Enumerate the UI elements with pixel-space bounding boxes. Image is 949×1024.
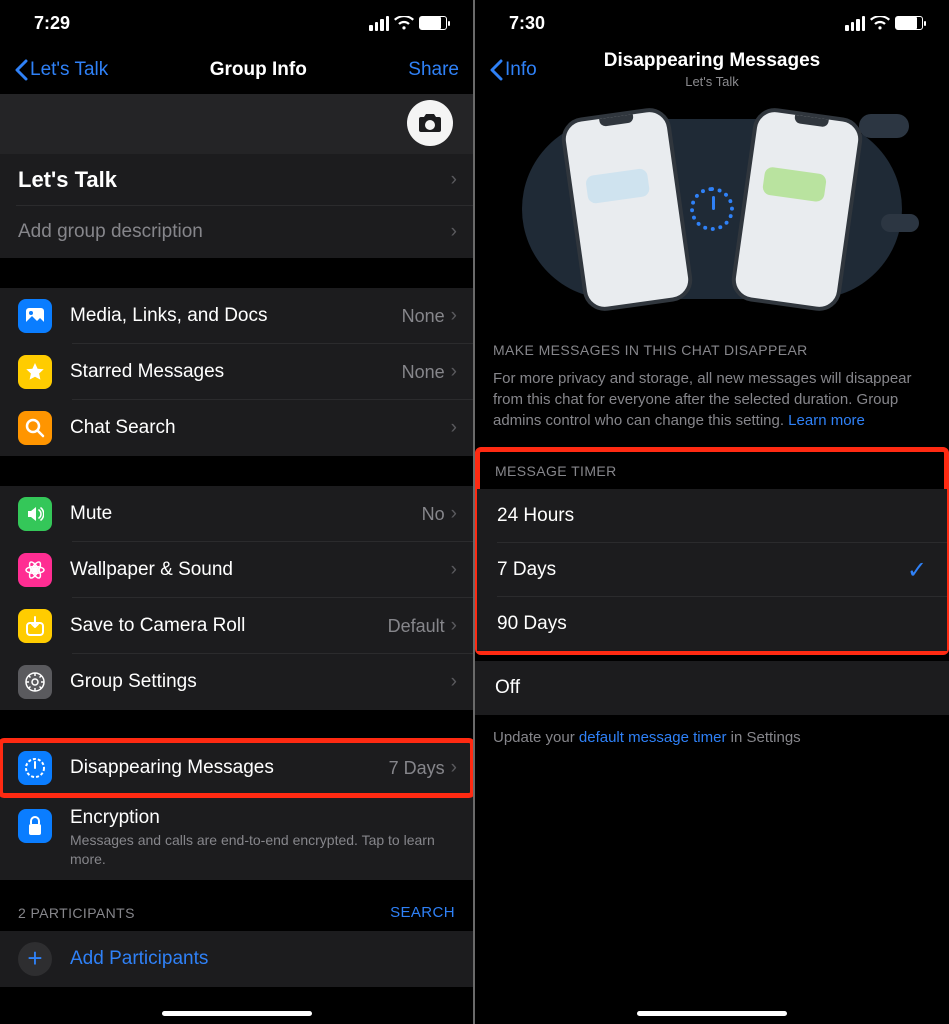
- media-links-docs-cell[interactable]: Media, Links, and Docs None ›: [0, 288, 473, 344]
- group-description-cell[interactable]: Add group description ›: [0, 206, 473, 258]
- participants-search-button[interactable]: SEARCH: [390, 904, 455, 921]
- star-icon: [25, 362, 45, 382]
- chevron-right-icon: ›: [451, 305, 457, 327]
- save-icon: [26, 616, 44, 636]
- timer-header: MESSAGE TIMER: [477, 449, 947, 489]
- timer-option-7d[interactable]: 7 Days ✓: [477, 543, 947, 597]
- chevron-right-icon: ›: [451, 615, 457, 637]
- chevron-left-icon: [489, 59, 503, 81]
- home-indicator[interactable]: [162, 1011, 312, 1016]
- timer-option-24h[interactable]: 24 Hours: [477, 489, 947, 543]
- chevron-right-icon: ›: [451, 221, 457, 243]
- chevron-right-icon: ›: [451, 503, 457, 525]
- encryption-cell[interactable]: Encryption Messages and calls are end-to…: [0, 796, 473, 880]
- nav-bar: Let's Talk Group Info Share: [0, 46, 473, 94]
- phone-disappearing-messages: 7:30 Info Disappearing Messages Let's Ta…: [475, 0, 949, 1024]
- timer-icon: [690, 187, 734, 231]
- nav-bar: Info Disappearing Messages Let's Talk: [475, 46, 949, 94]
- signal-icon: [369, 16, 389, 31]
- chevron-right-icon: ›: [451, 169, 457, 191]
- search-icon: [25, 418, 45, 438]
- flower-icon: [25, 560, 45, 580]
- speaker-icon: [26, 505, 44, 523]
- home-indicator[interactable]: [637, 1011, 787, 1016]
- page-subtitle: Let's Talk: [475, 73, 949, 91]
- chevron-right-icon: ›: [451, 757, 457, 779]
- learn-more-link[interactable]: Learn more: [788, 412, 865, 429]
- status-time: 7:29: [34, 13, 70, 34]
- mute-cell[interactable]: Mute No ›: [0, 486, 473, 542]
- status-bar: 7:29: [0, 0, 473, 46]
- battery-icon: [419, 16, 447, 30]
- disappearing-messages-cell[interactable]: Disappearing Messages 7 Days ›: [0, 740, 473, 796]
- timer-icon: [24, 757, 46, 779]
- camera-icon: [418, 113, 442, 133]
- nav-back-button[interactable]: Let's Talk: [14, 59, 108, 81]
- camera-button[interactable]: [407, 100, 453, 146]
- page-title: Group Info: [210, 59, 307, 81]
- nav-back-button[interactable]: Info: [489, 59, 537, 81]
- save-camera-roll-cell[interactable]: Save to Camera Roll Default ›: [0, 598, 473, 654]
- status-time: 7:30: [509, 13, 545, 34]
- section-description: For more privacy and storage, all new me…: [475, 368, 949, 443]
- signal-icon: [845, 16, 865, 31]
- section-header: MAKE MESSAGES IN THIS CHAT DISAPPEAR: [475, 324, 949, 368]
- message-timer-section: MESSAGE TIMER 24 Hours 7 Days ✓ 90 Days: [477, 449, 947, 653]
- timer-option-off[interactable]: Off: [475, 661, 949, 715]
- illustration: [475, 94, 949, 324]
- chevron-left-icon: [14, 59, 28, 81]
- status-bar: 7:30: [475, 0, 949, 46]
- share-button[interactable]: Share: [408, 59, 459, 81]
- chevron-right-icon: ›: [451, 559, 457, 581]
- wallpaper-sound-cell[interactable]: Wallpaper & Sound ›: [0, 542, 473, 598]
- participants-count: 2 PARTICIPANTS: [18, 905, 135, 921]
- group-name-cell[interactable]: Let's Talk ›: [0, 154, 473, 206]
- add-participants-cell[interactable]: + Add Participants: [0, 931, 473, 987]
- timer-option-90d[interactable]: 90 Days: [477, 597, 947, 651]
- starred-messages-cell[interactable]: Starred Messages None ›: [0, 344, 473, 400]
- phone-group-info: 7:29 Let's Talk Group Info Share Let's T…: [0, 0, 475, 1024]
- group-settings-cell[interactable]: Group Settings ›: [0, 654, 473, 710]
- lock-icon: [27, 816, 43, 836]
- media-section: Media, Links, and Docs None › Starred Me…: [0, 288, 473, 456]
- footer-text: Update your default message timer in Set…: [475, 715, 949, 760]
- chevron-right-icon: ›: [451, 361, 457, 383]
- chat-search-cell[interactable]: Chat Search ›: [0, 400, 473, 456]
- chevron-right-icon: ›: [451, 417, 457, 439]
- chevron-right-icon: ›: [451, 671, 457, 693]
- photo-icon: [25, 307, 45, 325]
- gear-icon: [25, 672, 45, 692]
- battery-icon: [895, 16, 923, 30]
- plus-icon: +: [18, 942, 52, 976]
- page-title: Disappearing Messages: [475, 50, 949, 72]
- default-timer-link[interactable]: default message timer: [579, 729, 727, 746]
- wifi-icon: [870, 16, 890, 31]
- wifi-icon: [394, 16, 414, 31]
- settings-section: Mute No › Wallpaper & Sound › Save to Ca…: [0, 486, 473, 710]
- check-icon: ✓: [907, 556, 927, 585]
